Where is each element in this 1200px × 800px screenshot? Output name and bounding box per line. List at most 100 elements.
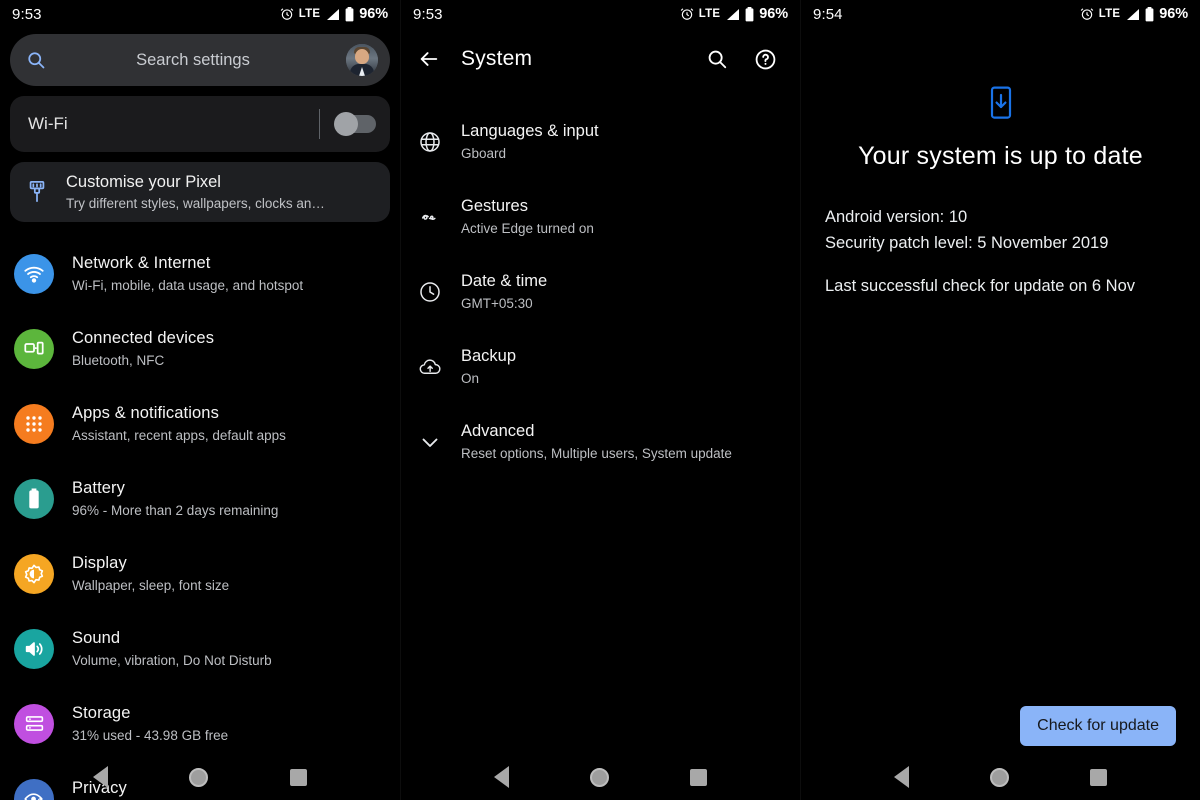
settings-row-apps-notifications[interactable]: Apps & notifications Assistant, recent a…: [0, 386, 400, 461]
settings-row-display[interactable]: Display Wallpaper, sleep, font size: [0, 536, 400, 611]
row-subtitle: Gboard: [461, 145, 507, 161]
check-for-update-button[interactable]: Check for update: [1020, 706, 1176, 746]
settings-row-network-internet[interactable]: Network & Internet Wi-Fi, mobile, data u…: [0, 236, 400, 311]
row-title: Battery: [72, 478, 125, 497]
network-type-label: LTE: [298, 8, 321, 20]
row-subtitle: 31% used - 43.98 GB free: [72, 727, 229, 743]
system-row-date-time[interactable]: Date & time GMT+05:30: [401, 254, 800, 329]
settings-row-text: Connected devices Bluetooth, NFC: [72, 328, 214, 369]
update-details: Android version: 10 Security patch level…: [825, 205, 1176, 300]
connected-devices-icon: [14, 328, 54, 369]
settings-row-text: Display Wallpaper, sleep, font size: [72, 553, 229, 594]
nav-recents-icon[interactable]: [290, 768, 308, 786]
settings-row-connected-devices[interactable]: Connected devices Bluetooth, NFC: [0, 311, 400, 386]
search-icon[interactable]: [700, 48, 734, 70]
phone-download-icon: [825, 86, 1176, 120]
settings-row-text: Sound Volume, vibration, Do Not Disturb: [72, 628, 272, 669]
system-row-advanced[interactable]: Advanced Reset options, Multiple users, …: [401, 404, 800, 479]
row-title: Display: [72, 553, 127, 572]
divider: [319, 109, 320, 139]
row-title: Gestures: [461, 196, 528, 215]
signal-icon: [327, 8, 340, 20]
search-settings-bar[interactable]: Search settings: [10, 34, 390, 86]
wifi-icon: [14, 253, 54, 294]
settings-row-storage[interactable]: Storage 31% used - 43.98 GB free: [0, 686, 400, 761]
row-subtitle: Reset options, Multiple users, System up…: [461, 445, 732, 461]
status-clock: 9:53: [413, 5, 443, 23]
panel-system-settings: 9:53 LTE 96% System Languages & input Gb…: [400, 0, 800, 800]
battery-icon: [745, 6, 754, 21]
nav-home-icon[interactable]: [189, 767, 209, 787]
system-row-text: Gestures Active Edge turned on: [461, 196, 594, 237]
system-row-backup[interactable]: Backup On: [401, 329, 800, 404]
row-title: Advanced: [461, 421, 535, 440]
settings-row-text: Apps & notifications Assistant, recent a…: [72, 403, 286, 444]
nav-home-icon[interactable]: [989, 767, 1009, 787]
chevron-down-icon: [415, 430, 445, 454]
system-row-gestures[interactable]: Gestures Active Edge turned on: [401, 179, 800, 254]
customise-pixel-title: Customise your Pixel: [66, 172, 221, 191]
speaker-icon: [14, 628, 54, 669]
battery-percent-label: 96%: [1159, 6, 1188, 22]
status-bar: 9:53 LTE 96%: [0, 0, 400, 28]
status-icons: LTE 96%: [680, 6, 788, 22]
three-panel-screenshot: 9:53 LTE 96% Search settings Wi-Fi Custo…: [0, 0, 1200, 800]
settings-row-sound[interactable]: Sound Volume, vibration, Do Not Disturb: [0, 611, 400, 686]
row-title: Date & time: [461, 271, 548, 290]
navigation-bar: [0, 754, 400, 800]
system-app-bar: System: [401, 28, 800, 90]
row-subtitle: On: [461, 370, 480, 386]
update-status-title: Your system is up to date: [858, 142, 1143, 170]
settings-list: Network & Internet Wi-Fi, mobile, data u…: [0, 236, 400, 800]
customise-pixel-text: Customise your Pixel Try different style…: [66, 172, 325, 212]
help-circle-icon[interactable]: [748, 48, 782, 71]
navigation-bar: [801, 754, 1200, 800]
nav-back-icon[interactable]: [92, 766, 108, 788]
nav-back-icon[interactable]: [893, 766, 909, 788]
panel-settings-home: 9:53 LTE 96% Search settings Wi-Fi Custo…: [0, 0, 400, 800]
search-input[interactable]: Search settings: [40, 51, 346, 70]
row-subtitle: GMT+05:30: [461, 295, 533, 311]
alarm-icon: [680, 8, 694, 20]
wifi-toggle[interactable]: [334, 112, 376, 136]
customise-pixel-card[interactable]: Customise your Pixel Try different style…: [10, 162, 390, 222]
status-icons: LTE 96%: [280, 6, 388, 22]
wifi-label: Wi-Fi: [28, 114, 68, 133]
row-title: Apps & notifications: [72, 403, 219, 422]
apps-grid-icon: [14, 403, 54, 444]
panel-system-update: 9:54 LTE 96% Your system is up to date A…: [800, 0, 1200, 800]
battery-icon: [345, 6, 354, 21]
status-bar: 9:53 LTE 96%: [401, 0, 800, 28]
account-avatar[interactable]: [346, 44, 378, 76]
row-subtitle: Active Edge turned on: [461, 220, 594, 236]
clock-icon: [415, 280, 445, 304]
settings-row-text: Battery 96% - More than 2 days remaining: [72, 478, 278, 519]
system-update-content: Your system is up to date Android versio…: [801, 28, 1200, 300]
row-subtitle: Assistant, recent apps, default apps: [72, 427, 286, 443]
alarm-icon: [1080, 8, 1094, 20]
nav-recents-icon[interactable]: [1090, 768, 1108, 786]
back-arrow-icon[interactable]: [417, 48, 451, 70]
nav-back-icon[interactable]: [493, 766, 509, 788]
wifi-quick-setting-row[interactable]: Wi-Fi: [10, 96, 390, 152]
android-version-line: Android version: 10: [825, 208, 968, 226]
status-clock: 9:54: [813, 5, 843, 23]
signal-icon: [727, 8, 740, 20]
signal-icon: [1127, 8, 1140, 20]
settings-row-text: Storage 31% used - 43.98 GB free: [72, 703, 228, 744]
nav-home-icon[interactable]: [589, 767, 609, 787]
system-row-text: Advanced Reset options, Multiple users, …: [461, 421, 732, 462]
status-clock: 9:53: [12, 5, 42, 23]
settings-row-battery[interactable]: Battery 96% - More than 2 days remaining: [0, 461, 400, 536]
row-title: Sound: [72, 628, 121, 647]
row-title: Network & Internet: [72, 253, 211, 272]
battery-icon: [1145, 6, 1154, 21]
row-subtitle: Wi-Fi, mobile, data usage, and hotspot: [72, 277, 304, 293]
row-subtitle: Volume, vibration, Do Not Disturb: [72, 652, 272, 668]
network-type-label: LTE: [1098, 8, 1121, 20]
last-check-line: Last successful check for update on 6 No…: [825, 277, 1136, 296]
nav-recents-icon[interactable]: [690, 768, 708, 786]
storage-icon: [14, 703, 54, 744]
row-subtitle: Wallpaper, sleep, font size: [72, 577, 230, 593]
system-row-languages-input[interactable]: Languages & input Gboard: [401, 104, 800, 179]
